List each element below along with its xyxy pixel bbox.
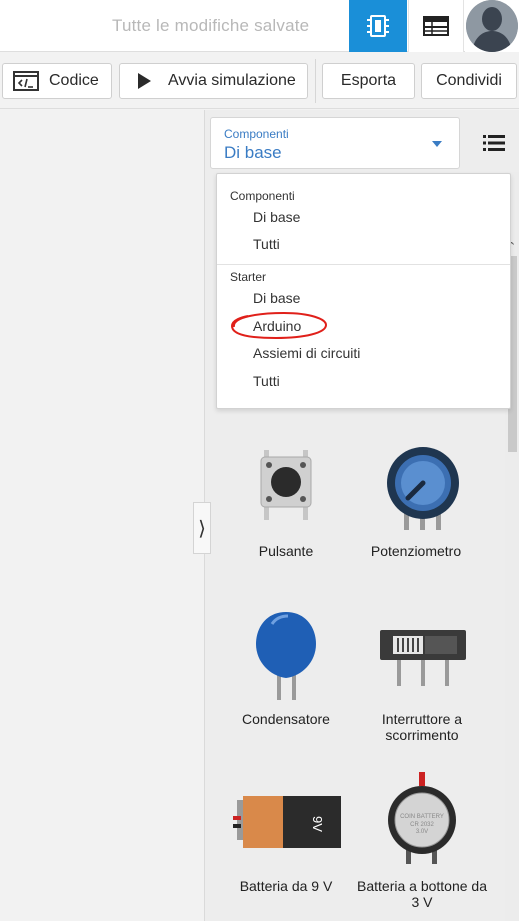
component-item[interactable]: Potenziometro: [351, 543, 481, 559]
potentiometer-image[interactable]: [386, 446, 460, 530]
save-status: Tutte le modifiche salvate: [112, 16, 310, 35]
share-button[interactable]: Condividi: [421, 63, 517, 99]
circuit-view-button[interactable]: [349, 0, 407, 52]
menu-item-starter-circuit-assemblies[interactable]: Assiemi di circuiti: [253, 345, 360, 361]
menu-group-title: Componenti: [230, 189, 295, 203]
category-dropdown-menu: Componenti Di base Tutti Starter Di base…: [216, 173, 511, 409]
component-category-select[interactable]: Componenti Di base: [210, 117, 460, 169]
select-label: Componenti: [224, 127, 289, 141]
avatar-button[interactable]: [465, 0, 519, 52]
start-simulation-button[interactable]: Avvia simulazione: [119, 63, 308, 99]
play-icon: [138, 73, 151, 89]
pushbutton-image[interactable]: [257, 450, 315, 520]
coin-battery-marking-1: COIN BATTERY: [400, 814, 444, 820]
component-label: Batteria a bottone da 3 V: [357, 878, 487, 910]
menu-item-components-basic[interactable]: Di base: [253, 209, 300, 225]
component-item[interactable]: Interruttore a scorrimento: [357, 711, 487, 743]
chevron-right-icon: ⟩: [198, 517, 206, 540]
capacitor-image[interactable]: [254, 610, 318, 700]
share-button-label: Condividi: [436, 72, 502, 89]
collapse-panel-button[interactable]: ⟩: [193, 502, 211, 554]
top-bar: Tutte le modifiche salvate: [0, 0, 519, 52]
component-item[interactable]: Batteria da 9 V: [221, 878, 351, 894]
component-label: Potenziometro: [370, 543, 462, 559]
coin-battery-marking-2: CR 2032: [410, 822, 434, 828]
component-label: Condensatore: [242, 711, 330, 727]
code-button[interactable]: Codice: [2, 63, 112, 99]
caret-down-icon: [432, 141, 442, 147]
menu-group-title: Starter: [230, 270, 267, 284]
toolbar-divider: [315, 59, 316, 103]
workspace-canvas[interactable]: [0, 110, 204, 921]
component-item[interactable]: Batteria a bottone da 3 V: [357, 878, 487, 910]
battery-9v-marking: 9V: [310, 816, 325, 832]
component-label: Interruttore a scorrimento: [381, 711, 463, 743]
table-icon: [423, 16, 449, 36]
user-avatar-icon: [466, 0, 518, 52]
menu-item-starter-arduino[interactable]: Arduino: [253, 318, 301, 334]
circuit-chip-icon: [367, 15, 389, 37]
code-button-label: Codice: [49, 72, 99, 89]
menu-item-starter-all[interactable]: Tutti: [253, 373, 280, 389]
list-view-button[interactable]: [478, 127, 510, 159]
export-button-label: Esporta: [340, 72, 397, 89]
toolbar: Codice Avvia simulazione Esporta Condivi…: [0, 53, 519, 109]
component-label: Batteria da 9 V: [239, 878, 333, 894]
start-simulation-label: Avvia simulazione: [168, 72, 296, 89]
component-item[interactable]: Condensatore: [221, 711, 351, 727]
export-button[interactable]: Esporta: [322, 63, 415, 99]
menu-item-components-all[interactable]: Tutti: [253, 236, 280, 252]
menu-item-starter-basic[interactable]: Di base: [253, 290, 300, 306]
list-view-icon: [483, 135, 505, 151]
component-item[interactable]: Pulsante: [221, 543, 351, 559]
code-editor-icon: [13, 71, 39, 91]
menu-divider: [217, 264, 510, 265]
coin-battery-image[interactable]: COIN BATTERY CR 2032 3.0V: [386, 772, 458, 864]
coin-battery-marking-3: 3.0V: [416, 829, 428, 835]
table-view-button[interactable]: [408, 0, 464, 52]
slide-switch-image[interactable]: [379, 628, 467, 686]
component-label: Pulsante: [258, 543, 314, 559]
battery-9v-image[interactable]: 9V: [231, 794, 343, 850]
select-value: Di base: [224, 143, 282, 162]
